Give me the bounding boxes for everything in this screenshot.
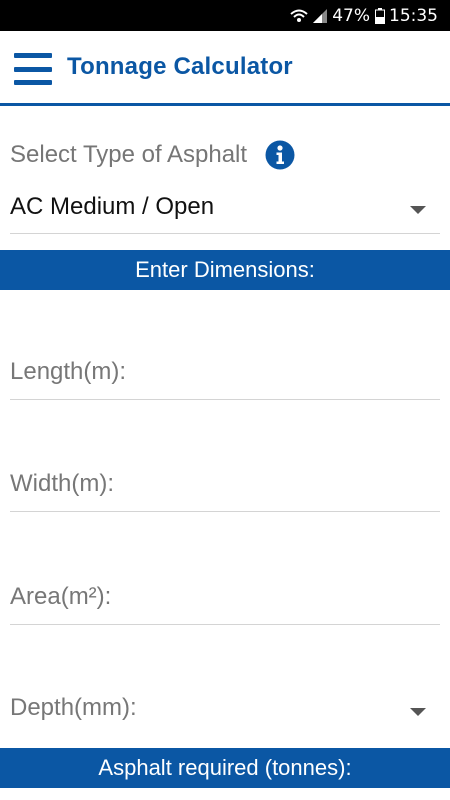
wifi-icon xyxy=(290,8,308,24)
length-field[interactable]: Length(m): xyxy=(10,350,440,400)
status-bar: 47% 15:35 xyxy=(0,0,450,31)
width-field[interactable]: Width(m): xyxy=(10,462,440,512)
battery-percent: 47% xyxy=(332,5,370,26)
app-bar: Tonnage Calculator xyxy=(0,31,450,106)
status-time: 15:35 xyxy=(389,5,438,26)
hamburger-menu-icon[interactable] xyxy=(14,53,52,85)
asphalt-type-value: AC Medium / Open xyxy=(10,193,215,220)
asphalt-type-label-row: Select Type of Asphalt xyxy=(10,138,440,172)
length-label: Length(m): xyxy=(10,358,127,385)
app-title: Tonnage Calculator xyxy=(67,53,293,80)
result-heading: Asphalt required (tonnes): xyxy=(0,748,450,788)
asphalt-type-select[interactable]: AC Medium / Open xyxy=(10,186,440,234)
info-icon[interactable] xyxy=(265,140,295,170)
chevron-down-icon xyxy=(410,708,426,716)
chevron-down-icon xyxy=(410,206,426,214)
depth-select[interactable]: Depth(mm): xyxy=(10,686,440,736)
battery-icon xyxy=(375,7,385,24)
width-label: Width(m): xyxy=(10,470,114,497)
asphalt-type-label: Select Type of Asphalt xyxy=(10,141,248,168)
signal-icon xyxy=(312,8,328,24)
area-field[interactable]: Area(m²): xyxy=(10,575,440,625)
dimensions-heading: Enter Dimensions: xyxy=(0,250,450,290)
area-label: Area(m²): xyxy=(10,583,112,610)
depth-label: Depth(mm): xyxy=(10,694,137,721)
